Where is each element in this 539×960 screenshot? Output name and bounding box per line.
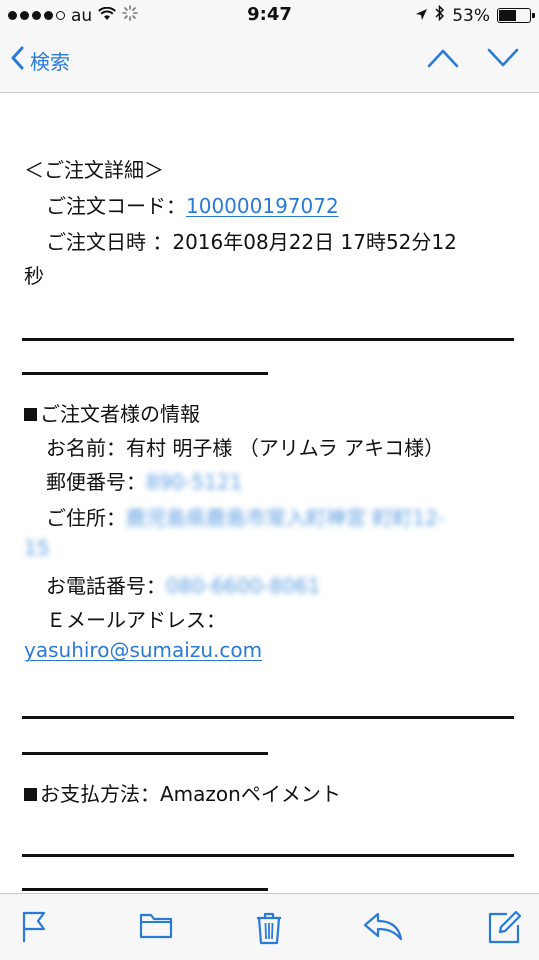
black-square-icon — [24, 408, 37, 421]
order-datetime-value: 2016年08月22日 17時52分12 — [172, 230, 457, 254]
divider-short — [22, 752, 268, 755]
compose-icon[interactable] — [486, 910, 522, 950]
customer-info-heading: ご注文者様の情報 — [24, 398, 200, 427]
next-message-button[interactable] — [487, 48, 519, 72]
location-arrow-icon — [415, 6, 428, 26]
name-row: お名前：有村 明子様 （アリムラ アキコ様） — [46, 432, 444, 461]
status-right: 53% — [415, 4, 535, 26]
payment-row: お支払方法：Amazonペイメント — [24, 778, 341, 807]
folder-icon[interactable] — [138, 910, 174, 946]
order-datetime-wrap: 秒 — [24, 264, 44, 288]
back-button[interactable]: 検索 — [10, 46, 70, 75]
address-wrap: 15 — [24, 536, 50, 560]
name-value: 有村 明子様 （アリムラ アキコ様） — [126, 436, 445, 460]
bottom-toolbar — [0, 893, 539, 960]
address-value[interactable]: 鹿児島県鹿島市常入町神宮 町町12- — [126, 506, 445, 530]
bluetooth-icon — [435, 4, 445, 26]
order-datetime-row: ご注文日時 ：2016年08月22日 17時52分12 — [46, 226, 457, 255]
order-code-label: ご注文コード： — [46, 194, 186, 218]
order-datetime-label: ご注文日時 ： — [46, 230, 173, 254]
postal-value: 890-5121 — [146, 470, 243, 494]
battery-percent: 53% — [452, 5, 490, 26]
battery-icon — [497, 8, 535, 23]
divider-short — [22, 888, 268, 891]
address-label: ご住所： — [46, 506, 126, 530]
status-bar: au 9:47 53% — [0, 0, 539, 30]
message-navigation — [427, 48, 519, 72]
order-code-link[interactable]: 100000197072 — [186, 194, 339, 218]
email-link-row: yasuhiro@sumaizu.com — [24, 638, 262, 662]
divider-long — [22, 716, 514, 719]
payment-value: Amazonペイメント — [160, 782, 341, 806]
phone-label: お電話番号： — [46, 574, 166, 598]
phone-row: お電話番号：080-6600-8061 — [46, 570, 320, 599]
email-address-link[interactable]: yasuhiro@sumaizu.com — [24, 638, 262, 662]
phone-value[interactable]: 080-6600-8061 — [166, 574, 320, 598]
black-square-icon — [24, 788, 37, 801]
email-body: ＜ご注文詳細＞ ご注文コード：100000197072 ご注文日時 ：2016年… — [0, 92, 539, 894]
chevron-left-icon — [10, 46, 24, 75]
back-button-label: 検索 — [30, 50, 70, 74]
divider-short — [22, 372, 268, 375]
trash-icon[interactable] — [252, 910, 286, 950]
divider-long — [22, 338, 514, 341]
flag-icon[interactable] — [20, 910, 50, 948]
payment-label: お支払方法： — [40, 782, 160, 806]
name-label: お名前： — [46, 436, 126, 460]
order-details-heading: ＜ご注文詳細＞ — [24, 158, 164, 182]
order-code-row: ご注文コード：100000197072 — [46, 190, 339, 219]
address-row: ご住所：鹿児島県鹿島市常入町神宮 町町12- — [46, 502, 445, 531]
postal-label: 郵便番号： — [46, 470, 146, 494]
divider-long — [22, 854, 514, 857]
postal-row: 郵便番号：890-5121 — [46, 466, 242, 495]
previous-message-button[interactable] — [427, 48, 459, 72]
email-label: Ｅメールアドレス： — [46, 608, 226, 632]
reply-icon[interactable] — [362, 910, 404, 946]
navigation-bar: 検索 — [0, 30, 539, 93]
